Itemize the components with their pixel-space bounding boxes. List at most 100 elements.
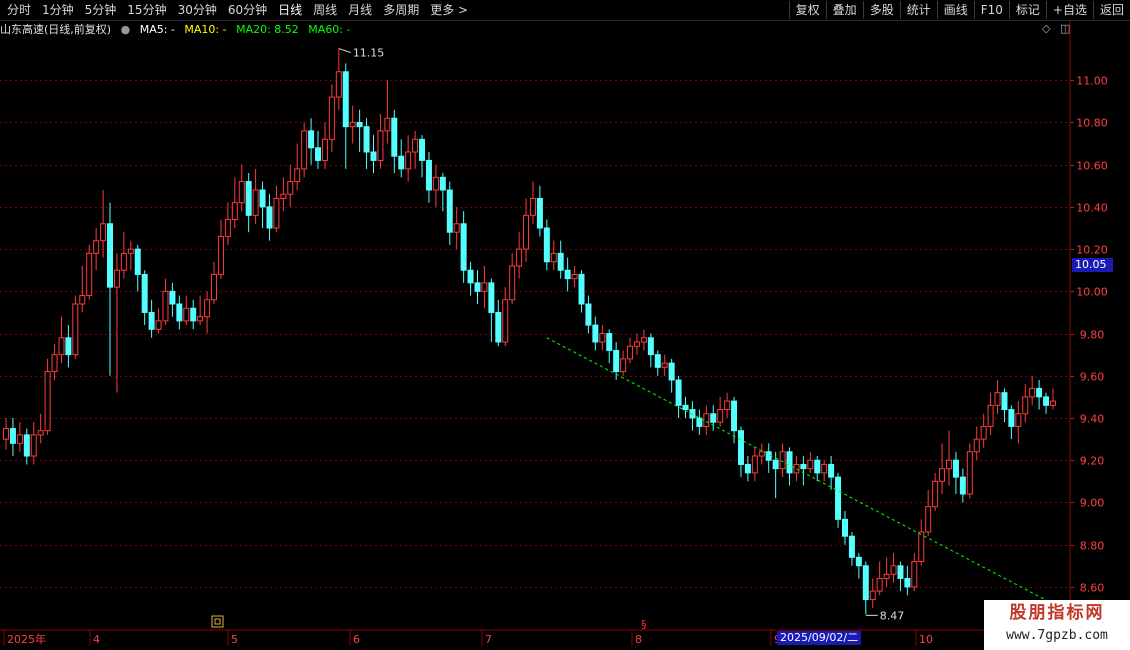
candle-63 [439,173,446,212]
candle-body-27 [190,307,197,322]
watermark-url: www.7gpzb.com [1006,628,1108,643]
candle-body-25 [176,303,183,322]
candle-body-23 [162,290,169,322]
candle-133 [925,489,932,537]
candle-13 [93,228,100,271]
candle-127 [883,557,890,587]
candle-body-113 [786,451,793,474]
candle-83 [578,270,585,313]
candle-body-115 [800,463,807,470]
candle-body-120 [835,476,842,520]
x-tick-label-1: 4 [93,633,100,646]
candle-body-121 [841,518,848,537]
candle-108 [751,447,758,482]
candle-145 [1008,405,1015,440]
y-tick-label-6: 9.80 [1080,329,1105,342]
candle-97 [675,375,682,418]
candle-body-97 [675,379,682,406]
candle-body-91 [633,341,640,347]
candle-body-73 [509,265,516,301]
candle-body-19 [134,248,141,275]
candle-70 [488,278,495,342]
candle-71 [495,299,502,347]
candle-149 [1036,380,1043,410]
y-tick-label-8: 10.20 [1076,244,1108,257]
candle-81 [564,257,571,292]
candle-143 [994,380,1001,414]
candle-body-48 [335,71,342,98]
high-marker-label: 11.15 [353,47,385,60]
candle-body-24 [169,290,176,305]
low-marker-label: 8.47 [880,609,905,622]
candle-43 [301,122,308,178]
candle-body-2 [16,434,23,444]
candle-body-41 [287,181,294,195]
candle-body-75 [523,214,530,250]
candle-body-34 [238,181,245,204]
candle-132 [918,519,925,566]
candle-94 [654,350,661,376]
trend-line [546,337,1054,605]
candle-139 [966,443,973,499]
candle-146 [1015,401,1022,444]
candle-44 [308,118,315,165]
y-tick-label-10: 10.60 [1076,160,1108,173]
candle-74 [516,232,523,279]
candle-58 [405,135,412,182]
candle-0 [3,418,9,450]
candle-144 [1001,388,1008,423]
kline-chart[interactable]: 8.608.809.009.209.409.609.8010.0010.2010… [0,0,1130,650]
candle-body-61 [425,159,432,191]
candle-body-86 [599,333,606,343]
y-tick-label-5: 9.60 [1080,371,1105,384]
candle-body-98 [682,404,689,411]
candle-56 [391,109,398,174]
candle-body-50 [349,121,356,128]
candle-126 [876,561,883,596]
candle-54 [377,114,384,169]
candle-body-39 [273,197,280,229]
candle-body-106 [737,430,744,465]
candle-body-65 [453,223,460,233]
candle-6 [44,358,51,435]
candle-body-69 [481,282,488,292]
candle-body-47 [328,96,335,140]
candle-body-148 [1029,387,1036,398]
candle-body-59 [412,138,419,153]
candle-31 [217,219,224,279]
candle-body-136 [945,459,952,470]
candle-50 [349,105,356,144]
candle-20 [141,270,148,326]
candle-body-67 [467,269,474,284]
candle-137 [952,451,959,494]
candle-90 [627,337,634,364]
candle-101 [703,405,710,435]
candle-body-76 [529,197,536,216]
candle-102 [710,405,717,431]
candle-34 [238,164,245,212]
candle-body-151 [1050,400,1056,406]
candle-36 [252,168,259,224]
candle-150 [1043,392,1050,414]
y-tick-label-11: 10.80 [1076,117,1108,130]
candle-body-35 [245,181,252,216]
candle-body-13 [93,240,100,254]
candle-104 [724,392,731,418]
candle-95 [661,354,668,376]
candle-89 [620,350,627,376]
candle-138 [959,468,966,503]
candle-body-36 [252,189,259,216]
candle-body-49 [342,71,349,128]
candle-110 [765,443,772,473]
candle-body-92 [640,337,647,343]
candle-3 [23,428,30,465]
candle-98 [682,396,689,418]
candle-body-129 [897,565,904,579]
candle-body-93 [647,337,654,356]
candle-body-6 [44,371,51,432]
candle-22 [155,308,162,334]
candle-117 [814,456,821,482]
candle-body-142 [987,404,994,427]
candle-47 [328,84,335,152]
candle-123 [855,553,862,579]
